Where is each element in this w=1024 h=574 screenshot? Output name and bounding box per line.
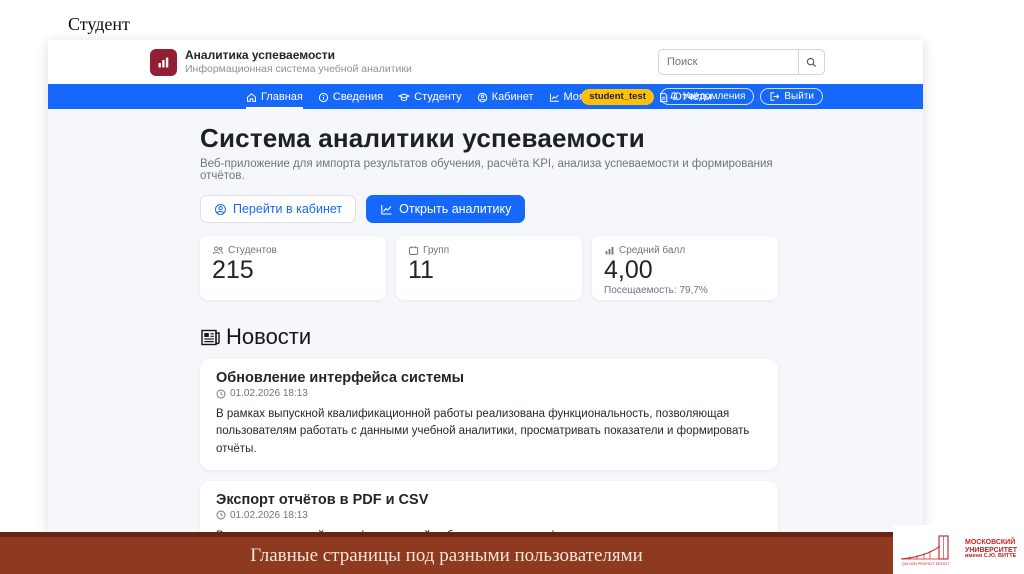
attendance-note: Посещаемость: 79,7% [604,284,708,296]
notifications-button[interactable]: Уведомления [659,88,755,105]
news-title: Экспорт отчётов в PDF и CSV [216,491,429,508]
search-input[interactable] [658,49,798,75]
main-nav: Главная Сведения Студенту Кабинет Моя От… [48,84,923,109]
search [658,49,825,75]
search-icon [806,57,816,67]
logout-icon [770,92,780,101]
person-icon [215,203,226,215]
bar-chart-icon [605,247,614,255]
app-screenshot-panel: Аналитика успеваемости Информационная си… [48,40,923,532]
chart-icon [381,204,392,215]
brand: Аналитика успеваемости Информационная си… [150,48,412,76]
stat-label: Средний балл [619,245,686,256]
brand-title: Аналитика успеваемости [185,48,336,62]
nav-right: student_test Уведомления Выйти [581,84,823,109]
stats-row: Студентов 215 Групп 11 Средний балл 4,00… [200,236,778,300]
slide: Студент Аналитика успеваемости Информаци… [0,0,1024,574]
nav-item-cabinet[interactable]: Кабинет [477,84,534,109]
people-icon [212,246,224,255]
open-analytics-label: Открыть аналитику [399,202,512,216]
hero-buttons: Перейти в кабинет Открыть аналитику [200,195,778,223]
stat-card-groups: Групп 11 [396,236,582,300]
page-subtitle: Веб-приложение для импорта результатов о… [200,158,773,182]
svg-text:QUI NON PROFICIT, DEFICIT: QUI NON PROFICIT, DEFICIT [902,562,950,566]
brand-bar-chart-icon [150,48,177,76]
app-header: Аналитика успеваемости Информационная си… [48,40,923,84]
slide-title: Студент [68,14,130,34]
university-name: МОСКОВСКИЙ УНИВЕРСИТЕТ имени С.Ю. ВИТТЕ [965,539,1017,559]
brand-text: Аналитика успеваемости Информационная си… [185,48,412,76]
stat-label: Студентов [228,245,277,256]
brand-subtitle: Информационная система учебной аналитики [185,63,412,75]
university-logo: QUI NON PROFICIT, DEFICIT МОСКОВСКИЙ УНИ… [893,525,1024,574]
bridge-logo-icon: QUI NON PROFICIT, DEFICIT [900,534,950,566]
graduation-cap-icon [398,92,411,101]
info-icon [318,92,328,102]
page-title: Система аналитики успеваемости [200,123,645,153]
search-button[interactable] [798,49,825,75]
person-circle-icon [477,92,487,102]
clock-icon [216,389,226,398]
app-content: Система аналитики успеваемости Веб-прило… [48,109,923,532]
stat-value: 215 [212,256,254,284]
stat-card-average: Средний балл 4,00 Посещаемость: 79,7% [592,236,778,300]
open-analytics-button[interactable]: Открыть аналитику [366,195,526,223]
line-chart-icon [549,93,559,102]
news-date: 01.02.2026 18:13 [216,388,762,399]
nav-item-info[interactable]: Сведения [318,84,383,109]
stat-label: Групп [423,245,450,256]
caption-banner: Главные страницы под разными пользовател… [0,532,1024,574]
nav-item-student[interactable]: Студенту [398,84,462,109]
stat-value: 4,00 [604,256,653,284]
stat-card-students: Студентов 215 [200,236,386,300]
news-heading: Новости [200,324,778,350]
news-date: 01.02.2026 18:13 [216,510,762,521]
logout-label: Выйти [784,91,814,102]
nav-label: Студенту [414,91,462,103]
clock-icon [216,510,226,520]
go-to-cabinet-label: Перейти в кабинет [233,202,343,216]
calendar-icon [409,246,418,255]
bell-icon [669,92,679,100]
nav-label: Кабинет [491,91,534,103]
news-card: Экспорт отчётов в PDF и CSV 01.02.2026 1… [200,480,778,532]
caption-text: Главные страницы под разными пользовател… [250,544,643,566]
stat-value: 11 [408,256,434,284]
logout-button[interactable]: Выйти [760,88,823,105]
news-card: Обновление интерфейса системы 01.02.2026… [200,359,778,470]
go-to-cabinet-button[interactable]: Перейти в кабинет [200,195,357,223]
nav-label: Главная [261,91,303,103]
nav-label: Сведения [332,91,384,103]
news-heading-label: Новости [226,324,312,349]
notifications-label: Уведомления [682,91,746,102]
news-title: Обновление интерфейса системы [216,370,465,386]
nav-item-home[interactable]: Главная [246,84,303,109]
user-badge: student_test [581,88,654,105]
news-body: В рамках выпускной квалификационной рабо… [216,408,750,455]
home-icon [247,92,256,102]
newspaper-icon [201,329,220,345]
